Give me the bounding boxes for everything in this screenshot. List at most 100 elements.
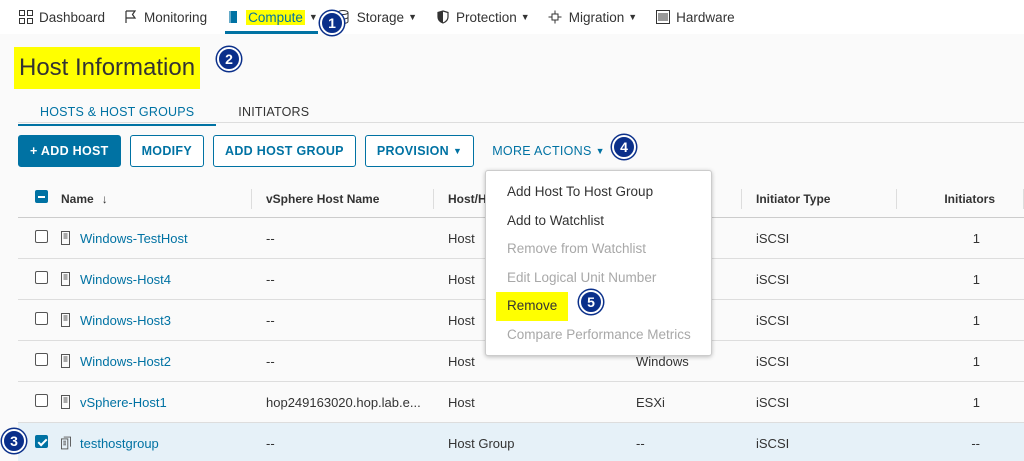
nav-migration[interactable]: Migration ▼ (548, 0, 637, 34)
dashboard-icon (18, 10, 33, 25)
chevron-down-icon: ▼ (408, 12, 417, 22)
server-icon (61, 231, 71, 245)
row-select-cell[interactable] (18, 271, 52, 287)
col-name[interactable]: Name ↓ (52, 188, 252, 209)
nav-storage[interactable]: Storage ▼ (336, 0, 417, 34)
select-all-cell[interactable] (18, 189, 52, 209)
step-callout-4: 4 (612, 135, 636, 159)
row-vsphere-cell: hop249163020.hop.lab.e... (266, 394, 421, 410)
chevron-down-icon: ▼ (452, 146, 463, 156)
chevron-down-icon: ▼ (628, 12, 638, 22)
row-vsphere-cell: -- (266, 312, 275, 328)
chevron-down-icon: ▼ (520, 12, 530, 22)
col-initiator-type[interactable]: Initiator Type (742, 188, 897, 209)
row-initiators-cell: 1 (972, 394, 980, 410)
row-vsphere-cell: -- (266, 271, 275, 287)
migration-icon (548, 10, 563, 25)
nav-dashboard-label: Dashboard (39, 9, 106, 25)
row-initiators-cell: 1 (972, 312, 980, 328)
row-type-cell: Host Group (448, 435, 515, 451)
row-name-cell: vSphere-Host1 (52, 395, 252, 410)
modify-button[interactable]: MODIFY (129, 135, 205, 167)
host-name-link[interactable]: vSphere-Host1 (80, 395, 167, 410)
menu-add-host-to-host-group[interactable]: Add Host To Host Group (486, 178, 711, 207)
table-row[interactable]: vSphere-Host1 hop249163020.hop.lab.e... Ho… (18, 382, 1024, 423)
step-callout-2: 2 (217, 47, 241, 71)
chevron-down-icon: ▼ (595, 146, 605, 156)
menu-compare-performance-metrics: Compare Performance Metrics (507, 326, 691, 342)
provision-button[interactable]: PROVISION ▼ (364, 135, 475, 167)
nav-protection-label: Protection (456, 9, 517, 25)
host-name-link[interactable]: Windows-TestHost (80, 231, 188, 246)
provision-button-label: PROVISION (376, 144, 449, 158)
table-row[interactable]: testhostgroup -- Host Group -- iSCSI -- (18, 423, 1024, 461)
nav-dashboard[interactable]: Dashboard (18, 0, 105, 34)
row-vsphere-cell: -- (266, 353, 275, 369)
row-initiators-cell: 1 (972, 230, 980, 246)
server-icon (61, 354, 71, 368)
step-callout-5: 5 (579, 290, 603, 314)
col-name-label: Name (61, 191, 94, 206)
host-name-link[interactable]: Windows-Host2 (80, 354, 171, 369)
more-actions-label: MORE ACTIONS (492, 144, 592, 158)
row-initiators-cell: 1 (972, 353, 980, 369)
row-checkbox[interactable] (35, 353, 48, 366)
row-type-cell: Host (448, 394, 475, 410)
row-name-cell: testhostgroup (52, 436, 252, 451)
row-initiator-type-cell: iSCSI (756, 312, 790, 328)
row-initiator-type-cell: iSCSI (756, 435, 790, 451)
nav-storage-label: Storage (356, 9, 405, 25)
row-initiators-cell: 1 (972, 271, 980, 287)
row-vsphere-cell: -- (266, 230, 275, 246)
row-name-cell: Windows-Host4 (52, 272, 252, 287)
server-icon (61, 313, 71, 327)
row-checkbox[interactable] (35, 271, 48, 284)
shield-icon (435, 10, 450, 25)
nav-hardware-label: Hardware (676, 9, 735, 25)
menu-remove-from-watchlist: Remove from Watchlist (507, 241, 647, 256)
nav-compute-label: Compute (246, 9, 305, 25)
host-name-link[interactable]: Windows-Host4 (80, 272, 171, 287)
row-select-cell[interactable] (18, 353, 52, 369)
row-initiator-type-cell: iSCSI (756, 230, 790, 246)
host-group-icon (61, 436, 71, 450)
row-checkbox[interactable] (35, 230, 48, 243)
row-initiators-cell: -- (971, 435, 980, 451)
nav-compute[interactable]: Compute ▼ (225, 0, 318, 34)
row-initiator-type-cell: iSCSI (756, 271, 790, 287)
row-checkbox[interactable] (35, 435, 48, 448)
step-callout-1: 1 (320, 11, 344, 35)
nav-monitoring[interactable]: Monitoring (123, 0, 207, 34)
col-vsphere[interactable]: vSphere Host Name (252, 188, 434, 209)
chevron-down-icon: ▼ (308, 12, 318, 22)
nav-hardware[interactable]: Hardware (655, 0, 735, 34)
add-host-group-button[interactable]: ADD HOST GROUP (213, 135, 356, 167)
host-name-link[interactable]: Windows-Host3 (80, 313, 171, 328)
menu-edit-logical-unit-number: Edit Logical Unit Number (507, 269, 657, 285)
server-icon (61, 272, 71, 286)
host-name-link[interactable]: testhostgroup (80, 436, 159, 451)
page-title: Host Information (14, 47, 201, 89)
menu-add-to-watchlist[interactable]: Add to Watchlist (486, 207, 711, 236)
row-checkbox[interactable] (35, 312, 48, 325)
more-actions-button[interactable]: MORE ACTIONS ▼ (483, 135, 614, 167)
row-select-cell[interactable] (18, 230, 52, 246)
row-initiator-type-cell: iSCSI (756, 394, 790, 410)
row-name-cell: Windows-Host2 (52, 354, 252, 369)
add-host-button[interactable]: + ADD HOST (18, 135, 121, 167)
sort-arrow-icon: ↓ (101, 191, 108, 206)
row-select-cell[interactable] (18, 312, 52, 328)
more-actions-menu: Add Host To Host Group Add to Watchlist … (485, 170, 712, 356)
flag-icon (123, 10, 138, 25)
nav-protection[interactable]: Protection ▼ (435, 0, 530, 34)
row-os-cell: -- (636, 435, 645, 451)
server-icon (61, 395, 71, 409)
select-all-checkbox[interactable] (35, 189, 48, 203)
top-navigation: Dashboard Monitoring Compute ▼ Storage ▼… (0, 0, 1024, 34)
tab-divider (18, 122, 1024, 123)
row-vsphere-cell: -- (266, 435, 275, 451)
hardware-icon (655, 10, 670, 25)
row-checkbox[interactable] (35, 394, 48, 407)
row-select-cell[interactable] (18, 394, 52, 410)
col-initiators[interactable]: Initiators (897, 188, 1024, 209)
